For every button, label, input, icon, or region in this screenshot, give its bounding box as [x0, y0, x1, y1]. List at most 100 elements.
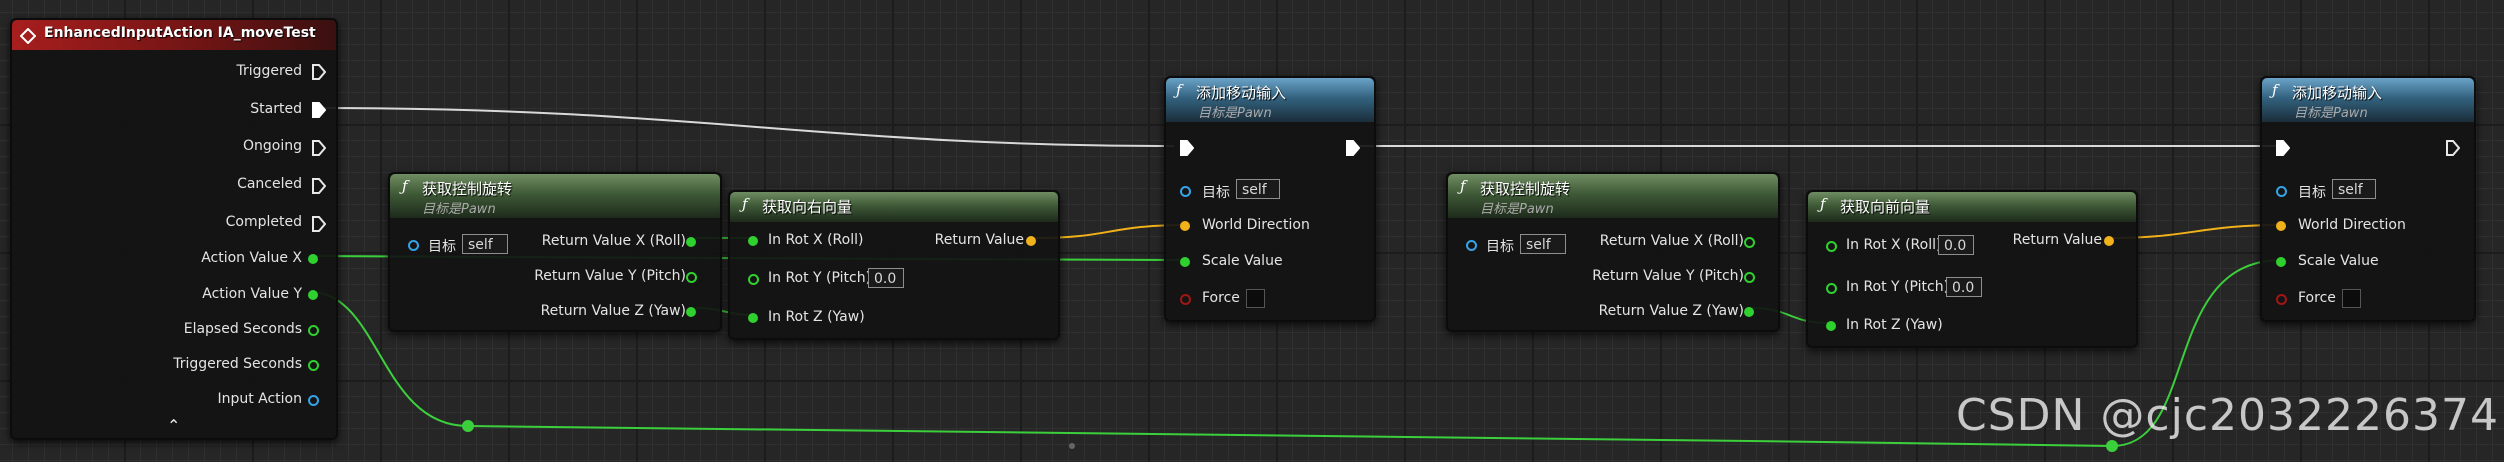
- input-label-yaw: In Rot Z (Yaw): [1846, 317, 1943, 333]
- output-label-roll: Return Value X (Roll): [541, 233, 686, 249]
- input-label-roll: In Rot X (Roll): [768, 232, 864, 248]
- pitch-value-field[interactable]: 0.0: [1946, 277, 1982, 297]
- scale-value-label: Scale Value: [1202, 253, 1283, 269]
- force-checkbox[interactable]: [2342, 289, 2361, 308]
- bool-pin-force[interactable]: [2276, 294, 2287, 305]
- float-pin-in-pitch[interactable]: [1826, 283, 1837, 294]
- node-subtitle: 目标是Pawn: [422, 202, 496, 217]
- pin-label-action-value-y: Action Value Y: [202, 286, 302, 302]
- force-label: Force: [1202, 290, 1240, 306]
- float-pin-elapsed-seconds[interactable]: [308, 325, 319, 336]
- target-pin[interactable]: [2276, 186, 2287, 197]
- node-title: 获取向右向量: [762, 198, 853, 216]
- pin-label-ongoing: Ongoing: [243, 138, 302, 154]
- pin-label-action-value-x: Action Value X: [201, 250, 302, 266]
- node-title: 添加移动输入: [2292, 84, 2383, 102]
- get-right-vector-node[interactable]: ƒ 获取向右向量 In Rot X (Roll) In Rot Y (Pitch…: [728, 190, 1060, 340]
- input-label-yaw: In Rot Z (Yaw): [768, 309, 865, 325]
- float-pin-triggered-seconds[interactable]: [308, 360, 319, 371]
- output-label-return-value: Return Value: [2012, 232, 2102, 248]
- world-direction-label: World Direction: [1202, 217, 1310, 233]
- node-subtitle: 目标是Pawn: [1480, 202, 1554, 217]
- float-pin-out-yaw[interactable]: [686, 307, 696, 317]
- function-f-icon: ƒ: [1820, 195, 1826, 213]
- node-title: 添加移动输入: [1196, 84, 1287, 102]
- node-subtitle: 目标是Pawn: [1198, 106, 1272, 121]
- scale-value-label: Scale Value: [2298, 253, 2379, 269]
- float-pin-action-x[interactable]: [308, 254, 318, 264]
- chevron-up-icon[interactable]: ⌃: [167, 416, 180, 435]
- function-f-icon: ƒ: [2272, 81, 2278, 99]
- float-pin-out-pitch[interactable]: [686, 272, 697, 283]
- float-pin-out-pitch[interactable]: [1744, 272, 1755, 283]
- target-label: 目标: [2298, 185, 2326, 201]
- get-control-rotation-node-2[interactable]: ƒ 获取控制旋转 目标是Pawn 目标 self Return Value X …: [1446, 172, 1780, 332]
- float-pin-scale-value[interactable]: [1180, 257, 1190, 267]
- target-self-field[interactable]: self: [462, 234, 508, 254]
- node-title: 获取控制旋转: [422, 180, 513, 198]
- float-pin-out-yaw[interactable]: [1744, 307, 1754, 317]
- function-f-icon: ƒ: [402, 177, 408, 195]
- force-checkbox[interactable]: [1246, 289, 1265, 308]
- bool-pin-force[interactable]: [1180, 294, 1191, 305]
- event-diamond-icon: [20, 28, 36, 44]
- float-pin-out-roll[interactable]: [686, 237, 696, 247]
- force-label: Force: [2298, 290, 2336, 306]
- event-node-title: EnhancedInputAction IA_moveTest: [44, 25, 316, 41]
- pin-label-canceled: Canceled: [237, 176, 302, 192]
- pin-label-input-action: Input Action: [217, 391, 302, 407]
- target-pin[interactable]: [1180, 186, 1191, 197]
- roll-value-field[interactable]: 0.0: [1938, 235, 1974, 255]
- function-f-icon: ƒ: [1460, 177, 1466, 195]
- pin-label-started: Started: [250, 101, 302, 117]
- event-node-ia-movetest[interactable]: EnhancedInputAction IA_moveTest Triggere…: [10, 18, 338, 440]
- pin-label-elapsed-seconds: Elapsed Seconds: [183, 321, 302, 337]
- target-pin[interactable]: [1466, 240, 1477, 251]
- vector-pin-world-direction[interactable]: [1180, 221, 1190, 231]
- add-movement-input-node-1[interactable]: ƒ 添加移动输入 目标是Pawn 目标 self World Direction…: [1164, 76, 1376, 322]
- input-label-pitch: In Rot Y (Pitch): [1846, 279, 1950, 295]
- output-label-roll: Return Value X (Roll): [1599, 233, 1744, 249]
- vector-pin-out-return[interactable]: [2104, 236, 2114, 246]
- target-pin[interactable]: [408, 240, 419, 251]
- target-label: 目标: [1202, 185, 1230, 201]
- get-forward-vector-node[interactable]: ƒ 获取向前向量 In Rot X (Roll) 0.0 In Rot Y (P…: [1806, 190, 2138, 348]
- reroute-node-2: [2106, 440, 2118, 452]
- exec-wire-started: [319, 107, 1175, 147]
- node-title: 获取向前向量: [1840, 198, 1931, 216]
- world-direction-label: World Direction: [2298, 217, 2406, 233]
- pin-label-triggered-seconds: Triggered Seconds: [173, 356, 302, 372]
- vector-pin-world-direction[interactable]: [2276, 221, 2286, 231]
- watermark: CSDN @cjc2032226374: [1956, 390, 2499, 441]
- float-pin-out-roll[interactable]: [1744, 237, 1755, 248]
- output-label-yaw: Return Value Z (Yaw): [540, 303, 686, 319]
- object-pin-input-action[interactable]: [308, 395, 319, 406]
- function-f-icon: ƒ: [742, 195, 748, 213]
- float-pin-in-roll[interactable]: [748, 236, 758, 246]
- node-subtitle: 目标是Pawn: [2294, 106, 2368, 121]
- output-label-yaw: Return Value Z (Yaw): [1598, 303, 1744, 319]
- function-f-icon: ƒ: [1176, 81, 1182, 99]
- vector-pin-out-return[interactable]: [1026, 236, 1036, 246]
- canvas-dot: [1069, 443, 1075, 449]
- float-pin-in-pitch[interactable]: [748, 274, 759, 285]
- output-label-pitch: Return Value Y (Pitch): [1592, 268, 1744, 284]
- target-self-field[interactable]: self: [2332, 179, 2376, 199]
- input-label-pitch: In Rot Y (Pitch): [768, 270, 872, 286]
- float-pin-action-y[interactable]: [308, 290, 318, 300]
- add-movement-input-node-2[interactable]: ƒ 添加移动输入 目标是Pawn 目标 self World Direction…: [2260, 76, 2476, 322]
- output-label-pitch: Return Value Y (Pitch): [534, 268, 686, 284]
- target-self-field[interactable]: self: [1236, 179, 1280, 199]
- float-pin-in-yaw[interactable]: [748, 313, 758, 323]
- get-control-rotation-node-1[interactable]: ƒ 获取控制旋转 目标是Pawn 目标 self Return Value X …: [388, 172, 722, 332]
- target-self-field[interactable]: self: [1520, 234, 1566, 254]
- reroute-node-1: [462, 420, 474, 432]
- pin-label-completed: Completed: [225, 214, 302, 230]
- output-label-return-value: Return Value: [934, 232, 1024, 248]
- node-title: 获取控制旋转: [1480, 180, 1571, 198]
- float-pin-scale-value[interactable]: [2276, 257, 2286, 267]
- pitch-value-field[interactable]: 0.0: [868, 268, 904, 288]
- float-pin-in-yaw[interactable]: [1826, 321, 1836, 331]
- input-label-roll: In Rot X (Roll): [1846, 237, 1942, 253]
- float-pin-in-roll[interactable]: [1826, 241, 1837, 252]
